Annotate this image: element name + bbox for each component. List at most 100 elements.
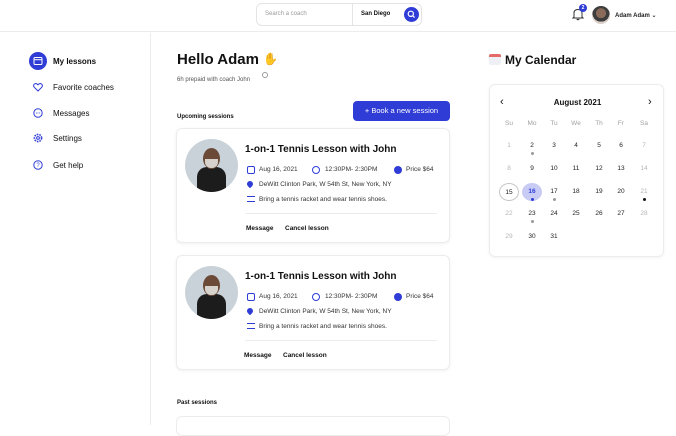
session-location: DeWitt Clinton Park, W 54th St, New York… [259,308,392,315]
sidebar-item-label: Settings [53,134,82,143]
calendar-day[interactable]: 8 [499,160,519,178]
calendar-month: August 2021 [553,98,602,107]
search-button[interactable] [404,7,419,22]
calendar-widget: ‹ August 2021 › Su Mo Tu We Th Fr Sa 1 2 3 4 5 6 7 8 9 1… [489,84,664,257]
clock-icon [312,293,320,301]
calendar-day[interactable]: 4 [566,137,586,155]
notes-icon [247,196,255,202]
calendar-icon [29,52,47,70]
search-divider [352,4,353,25]
calendar-day[interactable]: 25 [566,205,586,223]
sidebar-item-label: My lessons [53,57,97,66]
cancel-lesson-button[interactable]: Cancel lesson [283,352,327,359]
calendar-heading: My Calendar [505,53,577,67]
divider [245,213,437,214]
calendar-day[interactable]: 13 [611,160,631,178]
session-note: Bring a tennis racket and wear tennis sh… [259,196,387,203]
search-bar[interactable]: Search a coach San Diego [256,3,422,26]
divider [245,340,437,341]
calendar-day[interactable]: 26 [589,205,609,223]
weekday-label: We [571,120,581,127]
help-circle-icon: ? [29,156,47,174]
dollar-icon [394,293,402,301]
info-icon[interactable] [262,72,268,78]
calendar-day[interactable]: 12 [589,160,609,178]
prepaid-hours-text: 6h prepaid with coach John [177,77,251,83]
calendar-day[interactable]: 18 [566,183,586,201]
user-avatar[interactable] [592,6,610,24]
event-dot [552,198,556,201]
weekday-label: Th [595,120,603,127]
calendar-day[interactable]: 24 [544,205,564,223]
gear-icon [29,129,47,147]
search-input[interactable]: Search a coach [265,11,307,17]
weekday-label: Fr [617,120,625,127]
next-month-button[interactable]: › [648,96,652,108]
weekday-label: Su [505,120,513,127]
session-card [176,416,450,436]
greeting-heading: Hello Adam [177,51,259,68]
upcoming-sessions-label: Upcoming sessions [177,114,234,120]
event-dot [530,220,534,223]
event-dot [530,198,534,201]
notes-icon [247,323,255,329]
sidebar: My lessons Favorite coaches Messages Set… [0,33,151,425]
calendar-icon [247,293,255,301]
heart-icon [29,78,47,96]
session-date: Aug 16, 2021 [259,293,298,300]
calendar-day[interactable]: 9 [522,160,542,178]
sidebar-item-label: Get help [53,161,84,170]
session-price: Price $64 [406,293,434,300]
calendar-day[interactable]: 29 [499,228,519,246]
notifications-button[interactable]: 2 [570,4,587,22]
calendar-day[interactable]: 14 [634,160,654,178]
clock-icon [312,166,320,174]
calendar-day[interactable]: 6 [611,137,631,155]
calendar-day[interactable]: 20 [611,183,631,201]
weekday-label: Mo [527,120,537,127]
sidebar-item-label: Messages [53,109,90,118]
message-button[interactable]: Message [246,225,273,232]
calendar-day[interactable]: 10 [544,160,564,178]
search-icon [407,10,416,19]
calendar-day[interactable]: 5 [589,137,609,155]
message-button[interactable]: Message [244,352,271,359]
session-card: 1-on-1 Tennis Lesson with John Aug 16, 2… [176,128,450,243]
calendar-day[interactable]: 1 [499,137,519,155]
event-dot [530,152,534,155]
session-note: Bring a tennis racket and wear tennis sh… [259,323,387,330]
calendar-day[interactable]: 15 [499,183,519,201]
past-sessions-label: Past sessions [177,400,218,406]
calendar-day[interactable]: 22 [499,205,519,223]
book-session-button[interactable]: + Book a new session [353,101,450,121]
calendar-emoji-icon [489,54,501,65]
event-dot [642,198,646,201]
calendar-day[interactable]: 27 [611,205,631,223]
calendar-day[interactable]: 11 [566,160,586,178]
calendar-icon [247,166,255,174]
session-card: 1-on-1 Tennis Lesson with John Aug 16, 2… [176,255,450,370]
notification-badge: 2 [579,4,587,12]
calendar-day[interactable]: 28 [634,205,654,223]
calendar-day[interactable]: 19 [589,183,609,201]
session-time: 12:30PM- 2:30PM [325,293,378,300]
chat-bubble-icon [29,104,47,122]
calendar-day[interactable]: 7 [634,137,654,155]
waving-hand-icon: ✋ [263,52,278,66]
user-menu[interactable]: Adam Adam ⌄ [615,12,656,19]
coach-photo [185,266,238,319]
cancel-lesson-button[interactable]: Cancel lesson [285,225,329,232]
dollar-icon [394,166,402,174]
session-price: Price $64 [406,166,434,173]
session-time: 12:30PM- 2:30PM [325,166,378,173]
top-bar: Search a coach San Diego 2 Adam Adam ⌄ [0,0,676,32]
weekday-label: Tu [550,120,558,127]
session-title: 1-on-1 Tennis Lesson with John [245,144,397,155]
svg-text:?: ? [36,163,40,169]
sidebar-item-label: Favorite coaches [53,83,114,92]
location-field[interactable]: San Diego [361,11,390,17]
calendar-day[interactable]: 3 [544,137,564,155]
calendar-day[interactable]: 31 [544,228,564,246]
weekday-label: Sa [640,120,648,127]
calendar-day[interactable]: 30 [522,228,542,246]
